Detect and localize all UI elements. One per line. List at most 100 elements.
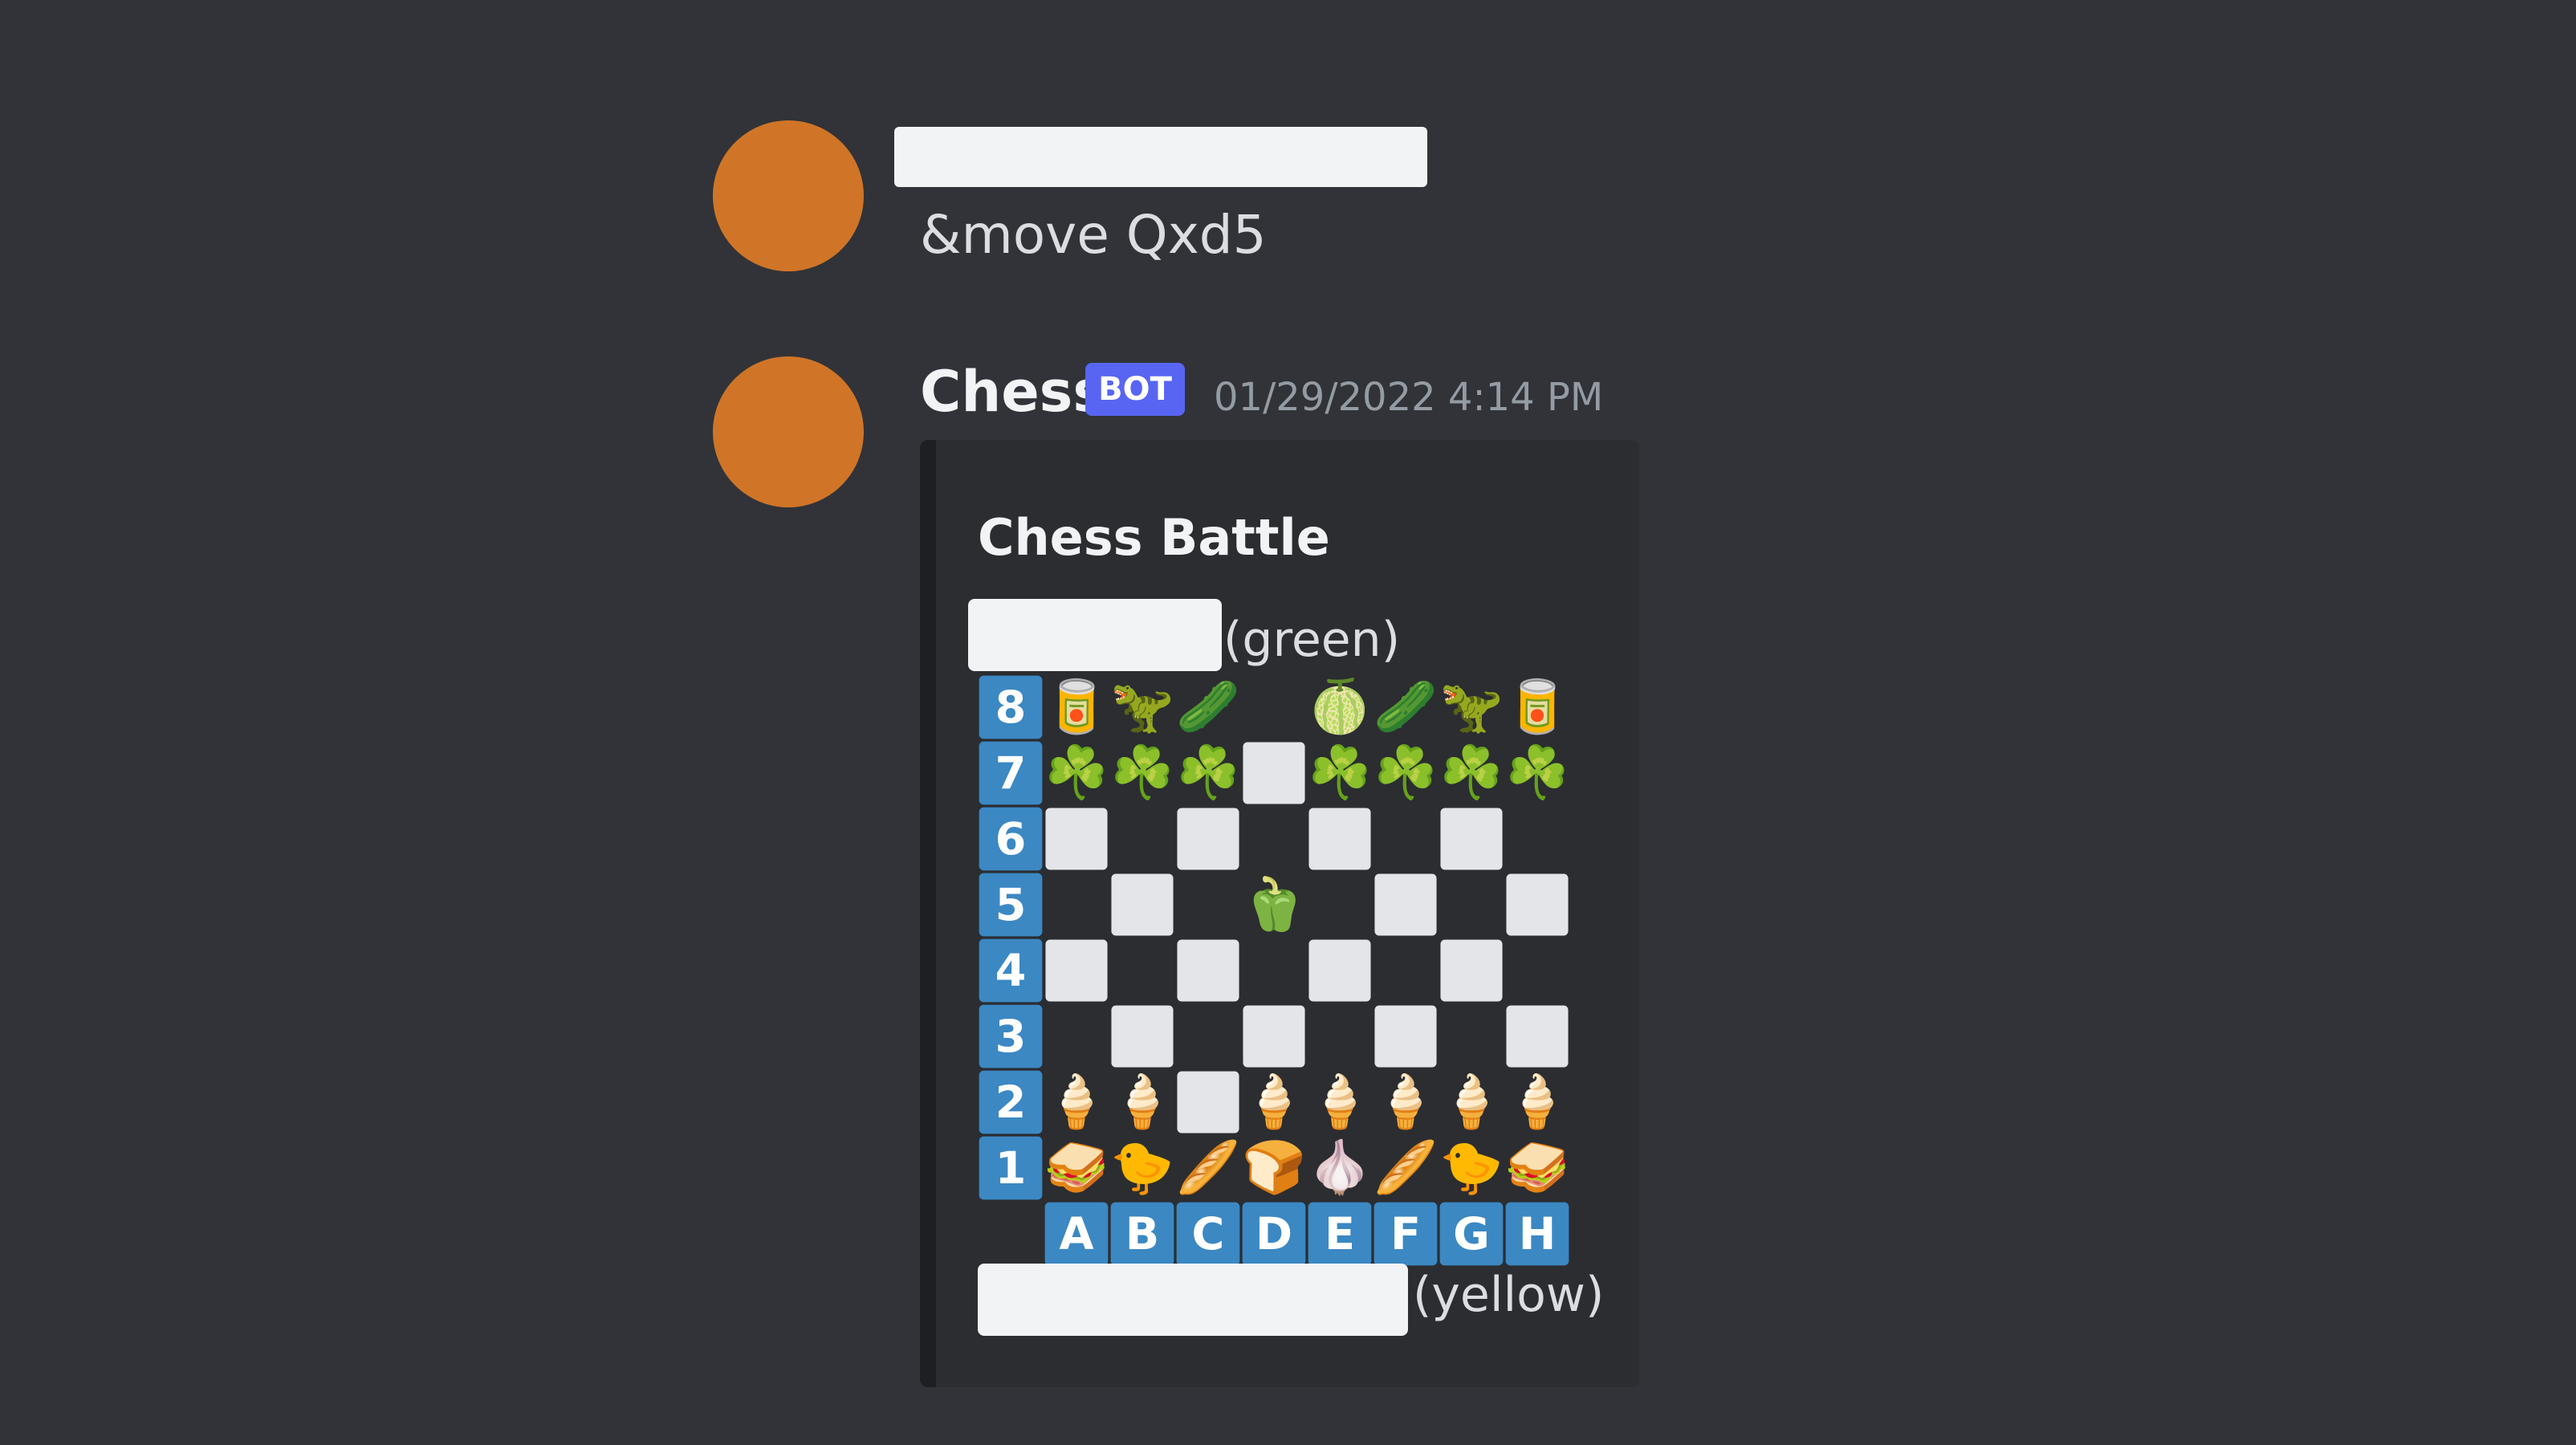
- square-b8: 🦖: [1109, 674, 1175, 740]
- square-g7: ☘️: [1439, 740, 1504, 806]
- square-e7: ☘️: [1307, 740, 1373, 806]
- square-f2: 🍦: [1373, 1069, 1439, 1135]
- bot-username[interactable]: Chess: [920, 353, 1106, 430]
- piece-g8: 🦖: [1439, 678, 1504, 737]
- square-h6: [1504, 806, 1570, 872]
- square-b3: [1111, 1005, 1174, 1068]
- piece-e7: ☘️: [1308, 743, 1372, 803]
- square-a1: 🥪: [1044, 1135, 1109, 1201]
- square-d6: [1241, 806, 1307, 872]
- piece-h8: 🥫: [1505, 678, 1569, 737]
- square-c7: ☘️: [1175, 740, 1241, 806]
- square-b1: 🐤: [1109, 1135, 1175, 1201]
- square-c2: [1177, 1071, 1239, 1134]
- square-d1: 🍞: [1241, 1135, 1307, 1201]
- username-redacted[interactable]: [894, 127, 1427, 187]
- file-label-a: A: [1044, 1202, 1109, 1266]
- square-f8: 🥒: [1373, 674, 1439, 740]
- piece-b7: ☘️: [1110, 743, 1174, 803]
- piece-d2: 🍦: [1242, 1073, 1306, 1132]
- square-f6: [1373, 806, 1439, 872]
- piece-a1: 🥪: [1044, 1138, 1109, 1198]
- piece-b8: 🦖: [1110, 678, 1174, 737]
- square-f4: [1373, 938, 1439, 1003]
- square-g5: [1439, 872, 1504, 938]
- piece-d1: 🍞: [1242, 1138, 1306, 1198]
- embed-title: Chess Battle: [978, 508, 1330, 567]
- square-c3: [1175, 1003, 1241, 1069]
- file-label-c: C: [1176, 1202, 1240, 1266]
- square-a4: [1045, 939, 1108, 1002]
- rank-label-6: 6: [979, 807, 1043, 871]
- square-g1: 🐤: [1439, 1135, 1504, 1201]
- square-f7: ☘️: [1373, 740, 1439, 806]
- piece-e1: 🧄: [1308, 1138, 1372, 1198]
- piece-c7: ☘️: [1176, 743, 1240, 803]
- piece-d5: 🫑: [1242, 875, 1306, 934]
- piece-b2: 🍦: [1110, 1073, 1174, 1132]
- square-h8: 🥫: [1504, 674, 1570, 740]
- user-avatar[interactable]: [713, 120, 864, 271]
- piece-g7: ☘️: [1439, 743, 1504, 803]
- board-corner: [978, 1201, 1044, 1267]
- square-h7: ☘️: [1504, 740, 1570, 806]
- rank-label-5: 5: [979, 873, 1043, 937]
- rank-label-2: 2: [979, 1070, 1043, 1134]
- piece-g2: 🍦: [1439, 1073, 1504, 1132]
- piece-g1: 🐤: [1439, 1138, 1504, 1198]
- rank-label-7: 7: [979, 741, 1043, 805]
- square-g6: [1440, 808, 1503, 870]
- square-c4: [1177, 939, 1239, 1002]
- top-player-color-label: (green): [1223, 612, 1401, 668]
- square-e4: [1308, 939, 1371, 1002]
- piece-f1: 🥖: [1373, 1138, 1438, 1198]
- square-f5: [1374, 873, 1437, 936]
- square-b5: [1111, 873, 1174, 936]
- square-a7: ☘️: [1044, 740, 1109, 806]
- file-label-g: G: [1439, 1202, 1504, 1266]
- piece-e8: 🍈: [1308, 678, 1372, 737]
- piece-b1: 🐤: [1110, 1138, 1174, 1198]
- square-d4: [1241, 938, 1307, 1003]
- piece-f7: ☘️: [1373, 743, 1438, 803]
- square-d2: 🍦: [1241, 1069, 1307, 1135]
- square-a5: [1044, 872, 1109, 938]
- square-e3: [1307, 1003, 1373, 1069]
- piece-c8: 🥒: [1176, 678, 1240, 737]
- square-b4: [1109, 938, 1175, 1003]
- square-f3: [1374, 1005, 1437, 1068]
- square-e2: 🍦: [1307, 1069, 1373, 1135]
- piece-a7: ☘️: [1044, 743, 1109, 803]
- square-d3: [1243, 1005, 1305, 1068]
- message-text: &move Qxd5: [920, 204, 1267, 266]
- square-b7: ☘️: [1109, 740, 1175, 806]
- piece-c1: 🥖: [1176, 1138, 1240, 1198]
- file-label-f: F: [1373, 1202, 1438, 1266]
- file-label-h: H: [1505, 1202, 1569, 1266]
- square-g3: [1439, 1003, 1504, 1069]
- square-e6: [1308, 808, 1371, 870]
- square-c1: 🥖: [1175, 1135, 1241, 1201]
- bottom-player-color-label: (yellow): [1413, 1267, 1605, 1323]
- square-h5: [1506, 873, 1569, 936]
- square-b6: [1109, 806, 1175, 872]
- rank-label-8: 8: [979, 675, 1043, 739]
- square-c6: [1177, 808, 1239, 870]
- bot-badge: BOT: [1085, 363, 1185, 416]
- piece-h2: 🍦: [1505, 1073, 1569, 1132]
- square-g2: 🍦: [1439, 1069, 1504, 1135]
- bot-avatar[interactable]: [713, 356, 864, 507]
- square-h1: 🥪: [1504, 1135, 1570, 1201]
- top-player-name-redacted: [968, 599, 1222, 671]
- square-g4: [1440, 939, 1503, 1002]
- bottom-player-name-redacted: [978, 1264, 1408, 1336]
- square-c8: 🥒: [1175, 674, 1241, 740]
- piece-f2: 🍦: [1373, 1073, 1438, 1132]
- square-d8: [1241, 674, 1307, 740]
- file-label-d: D: [1242, 1202, 1306, 1266]
- square-e8: 🍈: [1307, 674, 1373, 740]
- chat-area: &move Qxd5 Chess BOT 01/29/2022 4:14 PM …: [0, 0, 2576, 1445]
- piece-h1: 🥪: [1505, 1138, 1569, 1198]
- square-d7: [1243, 742, 1305, 804]
- square-e1: 🧄: [1307, 1135, 1373, 1201]
